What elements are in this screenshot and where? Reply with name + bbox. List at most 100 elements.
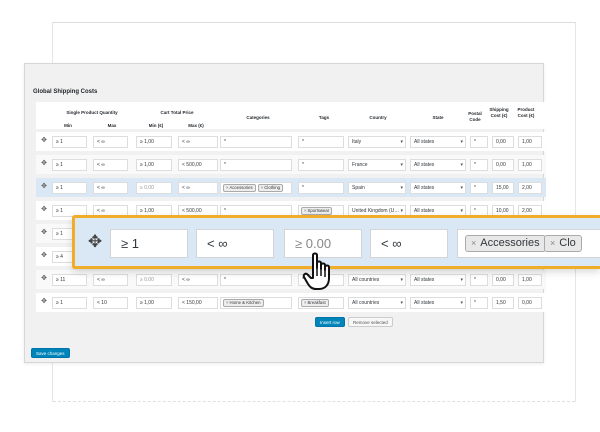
tags-field[interactable]: * bbox=[298, 136, 344, 148]
remove-tag-icon[interactable]: × bbox=[226, 185, 229, 190]
background-window-edge bbox=[53, 388, 575, 402]
postal-input[interactable]: * bbox=[470, 274, 488, 286]
cart-max-input[interactable]: < 150,00 bbox=[178, 297, 218, 309]
product-tag[interactable]: ×Breakfast bbox=[301, 298, 329, 307]
cart-min-input[interactable]: ≥ 1,00 bbox=[136, 297, 172, 309]
hand-pointer-icon bbox=[302, 252, 330, 290]
remove-tag-icon[interactable]: × bbox=[471, 238, 476, 248]
state-select[interactable]: All states bbox=[410, 297, 466, 309]
qty-max-input[interactable]: < ∞ bbox=[93, 136, 128, 148]
product-cost-input[interactable]: 1,00 bbox=[518, 159, 542, 171]
postal-input[interactable]: * bbox=[470, 297, 488, 309]
category-tag[interactable]: ×Clothing bbox=[257, 183, 283, 192]
postal-input[interactable]: * bbox=[470, 136, 488, 148]
header-single-qty: Single Product Quantity bbox=[66, 110, 118, 115]
tags-field[interactable]: * bbox=[298, 182, 344, 194]
qty-min-input[interactable]: ≥ 11 bbox=[52, 274, 87, 286]
panel-title: Global Shipping Costs bbox=[33, 89, 98, 95]
state-select[interactable]: All states bbox=[410, 136, 466, 148]
table-row-selected[interactable]: ✥ ≥ 1 < ∞ ≥ 0.00 < ∞ ×Accessories ×Clothi… bbox=[36, 178, 546, 197]
move-icon[interactable]: ✥ bbox=[40, 298, 48, 306]
header-categories: Categories bbox=[246, 115, 270, 120]
country-select[interactable]: Spain bbox=[348, 182, 406, 194]
tags-field[interactable]: * bbox=[298, 159, 344, 171]
move-icon[interactable]: ✥ bbox=[40, 137, 48, 145]
shipping-cost-input[interactable]: 0,00 bbox=[492, 159, 514, 171]
remove-tag-icon[interactable]: × bbox=[304, 300, 307, 305]
postal-input[interactable]: * bbox=[470, 159, 488, 171]
state-select[interactable]: All states bbox=[410, 182, 466, 194]
postal-input[interactable]: * bbox=[470, 182, 488, 194]
header-cart-total: Cart Total Price bbox=[160, 110, 194, 115]
category-tag[interactable]: ×Home & Kitchen bbox=[223, 298, 264, 307]
categories-field[interactable]: * bbox=[220, 274, 292, 286]
remove-tag-icon[interactable]: × bbox=[261, 185, 264, 190]
product-cost-input[interactable]: 1,00 bbox=[518, 274, 542, 286]
remove-selected-button[interactable]: Remove selected bbox=[348, 317, 393, 327]
move-icon[interactable]: ✥ bbox=[40, 229, 48, 237]
product-cost-input[interactable]: 1,00 bbox=[518, 136, 542, 148]
remove-tag-icon[interactable]: × bbox=[550, 238, 555, 248]
qty-min-input[interactable]: ≥ 1 bbox=[52, 159, 87, 171]
header-tags: Tags bbox=[318, 115, 330, 120]
qty-min-input[interactable]: ≥ 1 bbox=[52, 182, 87, 194]
categories-field[interactable]: * bbox=[220, 159, 292, 171]
country-select[interactable]: All countries bbox=[348, 297, 406, 309]
table-row[interactable]: ✥ ≥ 1 < ∞ ≥ 1,00 < ∞ * * Italy All state… bbox=[36, 132, 546, 151]
move-icon[interactable]: ✥ bbox=[40, 252, 48, 260]
cart-min-input[interactable]: ≥ 1,00 bbox=[136, 136, 172, 148]
table-row[interactable]: ✥ ≥ 1 < 10 ≥ 1,00 < 150,00 ×Home & Kitch… bbox=[36, 293, 546, 312]
shipping-costs-panel: Global Shipping Costs Single Product Qua… bbox=[24, 63, 546, 363]
qty-max-input[interactable]: < ∞ bbox=[93, 274, 128, 286]
shipping-cost-input[interactable]: 0,00 bbox=[492, 274, 514, 286]
qty-max-input[interactable]: < 10 bbox=[93, 297, 128, 309]
table-row[interactable]: ✥ ≥ 1 < ∞ ≥ 1,00 < 500,00 * * France All… bbox=[36, 155, 546, 174]
categories-field[interactable]: ×Accessories ×Clothing bbox=[220, 182, 292, 194]
categories-field[interactable]: * bbox=[220, 136, 292, 148]
remove-tag-icon[interactable]: × bbox=[304, 208, 307, 213]
cart-max-input[interactable]: < ∞ bbox=[178, 136, 218, 148]
categories-field[interactable]: ×Home & Kitchen bbox=[220, 297, 292, 309]
product-tag[interactable]: ×Sportswear bbox=[301, 206, 333, 215]
qty-min-input[interactable]: ≥ 1 bbox=[52, 136, 87, 148]
cart-max-input[interactable]: < ∞ bbox=[178, 182, 218, 194]
zoom-category-tag[interactable]: × Clo bbox=[544, 235, 582, 252]
product-cost-input[interactable]: 2,00 bbox=[518, 182, 542, 194]
cart-min-input[interactable]: ≥ 0.00 bbox=[136, 182, 172, 194]
move-icon[interactable]: ✥ bbox=[40, 206, 48, 214]
cart-max-input[interactable]: < 500,00 bbox=[178, 159, 218, 171]
header-cart-max: Max (€) bbox=[188, 123, 204, 128]
table-row[interactable]: ✥ ≥ 11 < ∞ ≥ 0.00 < ∞ * * All countries … bbox=[36, 270, 546, 289]
save-changes-button[interactable]: Save changes bbox=[31, 348, 70, 358]
move-icon[interactable]: ✥ bbox=[40, 183, 48, 191]
product-cost-input[interactable]: 0,00 bbox=[518, 297, 542, 309]
country-select[interactable]: France bbox=[348, 159, 406, 171]
zoom-qty-min-input[interactable]: ≥ 1 bbox=[110, 229, 188, 258]
move-icon[interactable]: ✥ bbox=[40, 275, 48, 283]
remove-tag-icon[interactable]: × bbox=[226, 300, 229, 305]
cart-max-input[interactable]: < ∞ bbox=[178, 274, 218, 286]
zoom-qty-max-input[interactable]: < ∞ bbox=[196, 229, 274, 258]
state-select[interactable]: All states bbox=[410, 274, 466, 286]
move-icon[interactable]: ✥ bbox=[85, 233, 105, 251]
header-country: Country bbox=[369, 115, 387, 120]
shipping-cost-input[interactable]: 1,50 bbox=[492, 297, 514, 309]
move-icon[interactable]: ✥ bbox=[40, 160, 48, 168]
insert-row-button[interactable]: Insert row bbox=[315, 317, 345, 327]
qty-max-input[interactable]: < ∞ bbox=[93, 159, 128, 171]
qty-min-input[interactable]: ≥ 1 bbox=[52, 297, 87, 309]
country-select[interactable]: All countries bbox=[348, 274, 406, 286]
cart-min-input[interactable]: ≥ 0.00 bbox=[136, 274, 172, 286]
country-select[interactable]: Italy bbox=[348, 136, 406, 148]
qty-max-input[interactable]: < ∞ bbox=[93, 182, 128, 194]
state-select[interactable]: All states bbox=[410, 159, 466, 171]
cart-min-input[interactable]: ≥ 1,00 bbox=[136, 159, 172, 171]
shipping-cost-input[interactable]: 0,00 bbox=[492, 136, 514, 148]
zoom-category-tag[interactable]: × Accessories bbox=[465, 235, 546, 252]
header-qty-max: Max bbox=[107, 123, 117, 128]
header-product-cost: Product Cost (€) bbox=[517, 107, 535, 118]
zoom-cart-max-input[interactable]: < ∞ bbox=[370, 229, 448, 258]
shipping-cost-input[interactable]: 15,00 bbox=[492, 182, 514, 194]
category-tag[interactable]: ×Accessories bbox=[223, 183, 256, 192]
tags-field[interactable]: ×Breakfast bbox=[298, 297, 344, 309]
